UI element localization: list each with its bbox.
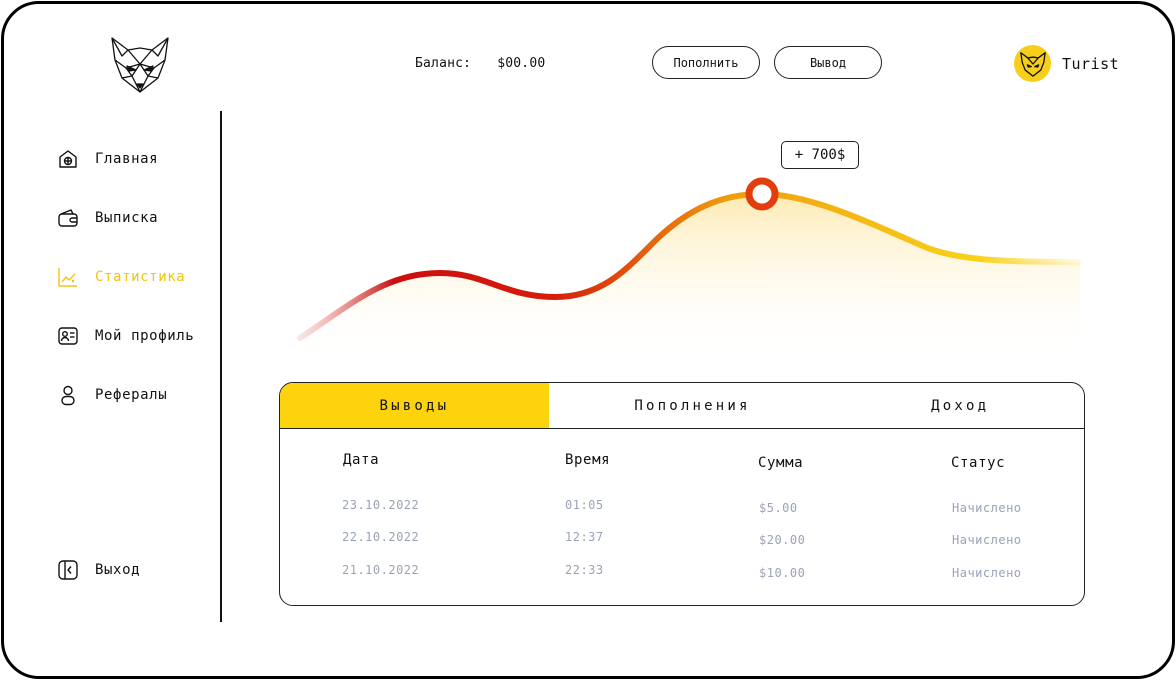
cell-status: Начислено [952, 533, 1022, 547]
column-header-time: Время [565, 452, 611, 468]
wallet-icon [56, 206, 80, 230]
balance-chart [297, 177, 1083, 360]
user-icon [56, 383, 80, 407]
tab-bar: Выводы Пополнения Доход [280, 383, 1084, 429]
tab-deposits[interactable]: Пополнения [549, 383, 837, 428]
cell-status: Начислено [952, 566, 1022, 580]
cell-date: 21.10.2022 [342, 563, 420, 577]
cell-time: 12:37 [565, 530, 604, 544]
cell-date: 23.10.2022 [342, 498, 420, 512]
cell-time: 01:05 [565, 498, 604, 512]
sidebar-item-label: Рефералы [95, 387, 168, 403]
user-menu[interactable]: Turist [1014, 45, 1119, 82]
sidebar-item-home[interactable]: Главная [56, 147, 158, 171]
cell-date: 22.10.2022 [342, 530, 420, 544]
column-header-status: Статус [951, 455, 1006, 471]
cell-amount: $5.00 [759, 501, 798, 515]
sidebar-item-label: Статистика [95, 269, 186, 285]
sidebar-item-referrals[interactable]: Рефералы [56, 383, 167, 407]
sidebar-item-label: Главная [95, 151, 159, 167]
logout-label: Выход [95, 562, 141, 578]
cell-time: 22:33 [565, 563, 604, 577]
balance-display: Баланс: $00.00 [415, 56, 545, 71]
tab-income[interactable]: Доход [836, 383, 1084, 428]
column-header-date: Дата [343, 452, 380, 468]
cell-amount: $10.00 [759, 566, 806, 580]
sidebar-item-profile[interactable]: Мой профиль [56, 324, 194, 348]
avatar[interactable] [1014, 45, 1051, 82]
transactions-panel: Выводы Пополнения Доход Дата Время Сумма… [279, 382, 1085, 606]
deposit-button[interactable]: Пополнить [652, 46, 760, 79]
logout-button[interactable]: Выход [56, 558, 140, 582]
chart-icon [56, 265, 80, 289]
sidebar-item-label: Мой профиль [95, 328, 195, 344]
withdraw-button[interactable]: Вывод [774, 46, 882, 79]
logout-icon [56, 558, 80, 582]
home-icon [56, 147, 80, 171]
sidebar-item-statement[interactable]: Выписка [56, 206, 158, 230]
chart-tooltip: + 700$ [781, 141, 859, 169]
balance-label: Баланс: [415, 56, 472, 71]
cell-amount: $20.00 [759, 533, 806, 547]
fox-avatar-icon [1019, 51, 1046, 77]
profile-card-icon [56, 324, 80, 348]
balance-value: $00.00 [497, 56, 546, 71]
sidebar-item-statistics[interactable]: Статистика [56, 265, 185, 289]
cell-status: Начислено [952, 501, 1022, 515]
column-header-amount: Сумма [758, 455, 804, 471]
tab-withdrawals[interactable]: Выводы [280, 383, 549, 428]
sidebar-item-label: Выписка [95, 210, 159, 226]
fox-logo[interactable] [110, 34, 170, 94]
sidebar-divider [220, 111, 222, 622]
chart-highlight-point[interactable] [745, 177, 779, 211]
username: Turist [1062, 54, 1120, 73]
